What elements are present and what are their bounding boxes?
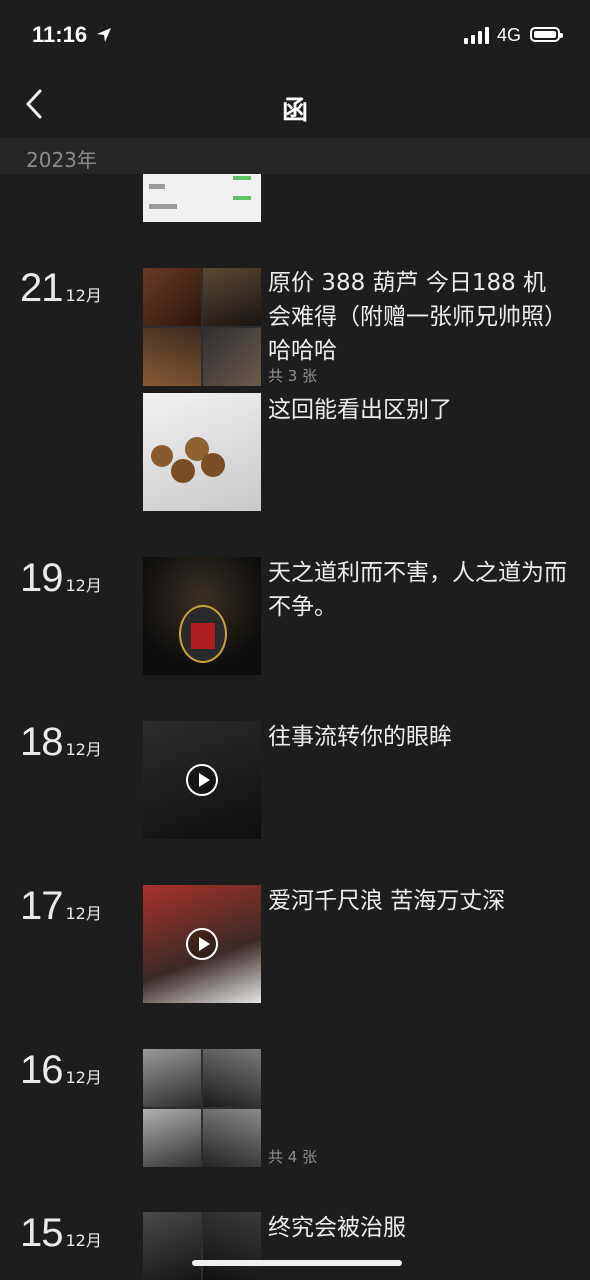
post-day: 18 xyxy=(20,720,63,764)
post-text[interactable]: 终究会被治服 xyxy=(268,1211,568,1245)
page-title: 函 xyxy=(281,96,308,126)
status-time: 11:16 xyxy=(32,22,88,47)
post-thumbnail-grid[interactable] xyxy=(143,268,261,386)
post-date: 21 12月 xyxy=(20,266,102,311)
video-thumbnail[interactable] xyxy=(143,721,261,839)
post-date: 18 12月 xyxy=(20,720,102,765)
post-thumbnail-grid[interactable] xyxy=(143,1212,261,1280)
post-day: 19 xyxy=(20,556,63,600)
year-header-bar: 2023年 xyxy=(0,138,590,174)
post-text[interactable]: 往事流转你的眼眸 xyxy=(268,720,568,754)
battery-icon xyxy=(530,27,563,42)
post-thumbnail-partial[interactable] xyxy=(143,174,261,222)
location-arrow-icon xyxy=(97,28,111,42)
post-date: 15 12月 xyxy=(20,1211,102,1256)
post-day: 16 xyxy=(20,1048,63,1092)
cellular-signal-icon xyxy=(464,27,489,44)
video-thumbnail[interactable] xyxy=(143,885,261,1003)
post-month: 12月 xyxy=(65,576,102,595)
post-month: 12月 xyxy=(65,1231,102,1250)
post-date: 16 12月 xyxy=(20,1048,102,1093)
play-icon[interactable] xyxy=(186,764,218,796)
post-day: 15 xyxy=(20,1211,63,1255)
nav-bar: 函 xyxy=(0,70,590,140)
status-bar: 11:16 4G xyxy=(0,0,590,70)
home-indicator[interactable] xyxy=(192,1260,402,1266)
post-day: 21 xyxy=(20,266,63,310)
post-date: 19 12月 xyxy=(20,556,102,601)
year-header: 2023年 xyxy=(26,148,97,172)
post-month: 12月 xyxy=(65,904,102,923)
post-day: 17 xyxy=(20,884,63,928)
post-month: 12月 xyxy=(65,740,102,759)
post-thumbnail-grid[interactable] xyxy=(143,1049,261,1167)
post-text[interactable]: 爱河千尺浪 苦海万丈深 xyxy=(268,884,568,918)
post-text[interactable]: 原价 388 葫芦 今日188 机会难得（附赠一张师兄帅照）哈哈哈 xyxy=(268,266,568,368)
photo-count: 共 3 张 xyxy=(268,367,318,385)
post-date: 17 12月 xyxy=(20,884,102,929)
post-month: 12月 xyxy=(65,1068,102,1087)
post-text[interactable]: 这回能看出区别了 xyxy=(268,393,568,427)
post-thumbnail[interactable] xyxy=(143,557,261,675)
network-type: 4G xyxy=(497,25,522,45)
post-month: 12月 xyxy=(65,286,102,305)
photo-count: 共 4 张 xyxy=(268,1148,318,1166)
post-thumbnail[interactable] xyxy=(143,393,261,511)
post-text[interactable]: 天之道利而不害，人之道为而不争。 xyxy=(268,556,568,624)
play-icon[interactable] xyxy=(186,928,218,960)
